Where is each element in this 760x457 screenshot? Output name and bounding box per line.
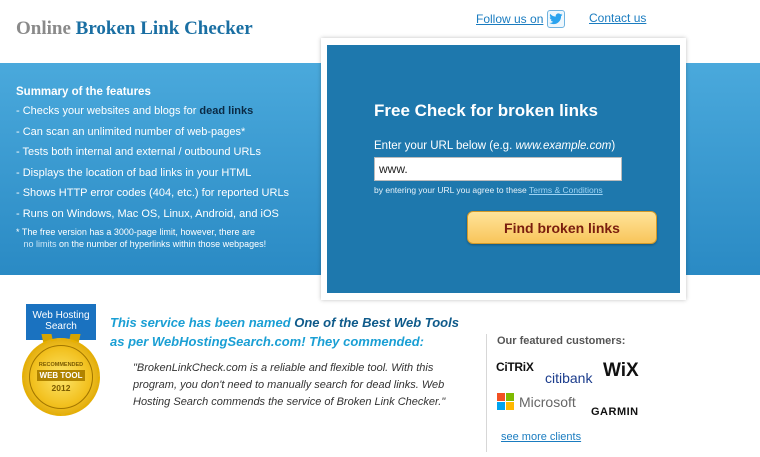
- url-prompt-example: www.example.com: [515, 140, 612, 152]
- award-statement-part1: This service has been named: [110, 315, 295, 330]
- gold-medal-icon: RECOMMENDED WEB TOOL 2012: [22, 338, 100, 416]
- customers-divider: [486, 334, 487, 452]
- contact-us-link[interactable]: Contact us: [589, 11, 646, 25]
- note-line1: * The free version has a 3000-page limit…: [16, 226, 255, 237]
- url-prompt-end: ): [611, 140, 616, 152]
- feature-text: - Checks your websites and blogs for: [16, 105, 200, 117]
- featured-customers-heading: Our featured customers:: [497, 335, 626, 347]
- feature-item: - Displays the location of bad links in …: [16, 166, 252, 179]
- see-more-clients-link[interactable]: see more clients: [501, 431, 581, 443]
- url-prompt: Enter your URL below (e.g. www.example.c…: [374, 140, 615, 152]
- feature-item: - Can scan an unlimited number of web-pa…: [16, 125, 246, 138]
- twitter-icon[interactable]: [547, 10, 566, 28]
- medal-web-tool: WEB TOOL: [36, 369, 86, 381]
- web-tool-award-badge: Web Hosting Search RECOMMENDED WEB TOOL …: [22, 304, 100, 416]
- terms-agreement: by entering your URL you agree to these …: [374, 185, 603, 195]
- award-statement-part3: as per WebHostingSearch.com! They commen…: [110, 334, 424, 349]
- award-statement: This service has been named One of the B…: [110, 313, 470, 351]
- citrix-logo: CiTRiX: [496, 360, 534, 374]
- badge-line2: Search: [45, 321, 77, 332]
- microsoft-icon: [497, 393, 514, 410]
- features-summary: Summary of the features - Checks your we…: [16, 86, 316, 250]
- medal-face: RECOMMENDED WEB TOOL 2012: [29, 345, 93, 409]
- find-broken-links-button[interactable]: Find broken links: [467, 211, 657, 244]
- award-statement-highlight: One of the Best Web Tools: [294, 315, 459, 330]
- feature-bold: dead links: [199, 105, 254, 117]
- free-check-heading: Free Check for broken links: [374, 101, 598, 120]
- feature-item: - Checks your websites and blogs for dea…: [16, 105, 316, 118]
- garmin-logo: GARMIN: [591, 406, 639, 418]
- medal-year: 2012: [51, 382, 71, 393]
- free-version-note: * The free version has a 3000-page limit…: [16, 226, 316, 250]
- testimonial-quote: "BrokenLinkCheck.com is a reliable and f…: [133, 362, 446, 408]
- terms-link[interactable]: Terms & Conditions: [529, 185, 603, 195]
- feature-item: - Runs on Windows, Mac OS, Linux, Androi…: [16, 207, 279, 220]
- microsoft-logo: Microsoft: [497, 393, 576, 410]
- agree-text: by entering your URL you agree to these: [374, 185, 529, 195]
- microsoft-wordmark: Microsoft: [519, 393, 576, 410]
- citibank-logo: citibank: [545, 370, 593, 386]
- medal-recommended: RECOMMENDED: [38, 361, 84, 368]
- url-input[interactable]: [374, 157, 622, 181]
- features-list: - Checks your websites and blogs for dea…: [16, 105, 316, 221]
- note-highlight: no limits: [23, 238, 57, 249]
- site-title-part2: Broken Link Checker: [75, 18, 253, 39]
- free-check-panel: Free Check for broken links Enter your U…: [327, 45, 680, 293]
- note-line2: on the number of hyperlinks within those…: [56, 238, 267, 249]
- site-title-part1: Online: [16, 18, 71, 39]
- url-prompt-text: Enter your URL below (e.g.: [374, 140, 516, 152]
- badge-line1: Web Hosting: [32, 310, 90, 321]
- features-heading: Summary of the features: [16, 86, 151, 98]
- follow-us-link[interactable]: Follow us on: [476, 12, 543, 26]
- wix-logo: WiX: [603, 360, 639, 381]
- follow-us[interactable]: Follow us on: [476, 10, 566, 28]
- site-title[interactable]: Online Broken Link Checker: [16, 18, 253, 40]
- web-hosting-search-logo: Web Hosting Search: [26, 304, 96, 340]
- feature-item: - Tests both internal and external / out…: [16, 146, 262, 159]
- feature-item: - Shows HTTP error codes (404, etc.) for…: [16, 187, 290, 200]
